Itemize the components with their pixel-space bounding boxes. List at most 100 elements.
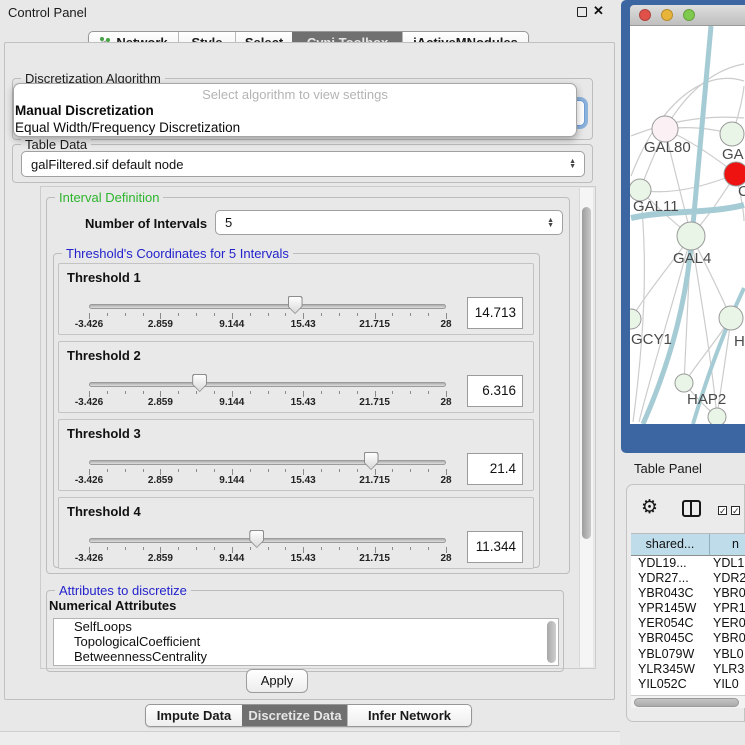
algorithm-option[interactable]: Manual Discretization — [14, 102, 576, 119]
table-row[interactable]: YBR045CYBR0 — [631, 631, 745, 646]
table-row[interactable]: YBL079WYBL0 — [631, 647, 745, 662]
numerical-attributes-label: Numerical Attributes — [49, 598, 176, 613]
cell-shared-name[interactable]: YLR345W — [631, 662, 710, 677]
close-traffic-icon[interactable] — [639, 9, 651, 21]
table-row[interactable]: YLR345WYLR3 — [631, 662, 745, 677]
zoom-traffic-icon[interactable] — [683, 9, 695, 21]
slider-thumb[interactable] — [364, 452, 379, 470]
table-data-group: Table Data galFiltered.sif default node … — [12, 144, 593, 183]
num-intervals-label: Number of Intervals — [85, 216, 207, 231]
cell-name[interactable]: YDL1 — [710, 556, 745, 571]
algorithm-dropdown-popup: Select algorithm to view settings Manual… — [13, 83, 577, 137]
settings-gear-icon[interactable]: ⚙ — [641, 496, 658, 518]
slider-track[interactable] — [89, 382, 446, 387]
node-bottom-partial[interactable] — [708, 408, 726, 424]
node-hap2[interactable] — [675, 374, 693, 392]
threshold-panel: Threshold 2 -3.4262.8599.14415.4321.7152… — [58, 341, 534, 413]
column-header-shared-name[interactable]: shared... — [631, 534, 710, 556]
threshold-value-field[interactable]: 11.344 — [467, 531, 523, 563]
attribute-list-item[interactable]: SelfLoops — [54, 619, 558, 634]
application-root: Control Panel ✕ Network Style Select Cyn… — [0, 0, 745, 745]
table-row[interactable]: YPR145WYPR1 — [631, 601, 745, 616]
cell-shared-name[interactable]: YER054C — [631, 616, 710, 631]
label-h-partial: H — [734, 333, 745, 350]
stepper-arrows-icon: ▲▼ — [569, 159, 576, 169]
cell-shared-name[interactable]: YIL052C — [631, 677, 710, 692]
threshold-panel: Threshold 3 -3.4262.8599.14415.4321.7152… — [58, 419, 534, 491]
algorithm-options: Manual DiscretizationEqual Width/Frequen… — [14, 102, 576, 136]
slider-tick-labels: -3.4262.8599.14415.4321.71528 — [89, 553, 446, 565]
attribute-list-item[interactable]: TopologicalCoefficient — [54, 634, 558, 649]
numerical-attributes-list[interactable]: SelfLoopsTopologicalCoefficientBetweenne… — [53, 618, 559, 666]
node-gal4[interactable] — [677, 222, 705, 250]
cell-shared-name[interactable]: YBR045C — [631, 631, 710, 646]
horizontal-scrollbar[interactable] — [631, 695, 745, 708]
threshold-value-field[interactable]: 14.713 — [467, 297, 523, 329]
slider-track[interactable] — [89, 460, 446, 465]
checkbox-icon[interactable]: ✓ — [718, 506, 727, 515]
column-header-name[interactable]: n — [710, 534, 745, 556]
node-gcy1[interactable] — [630, 309, 641, 329]
num-intervals-select[interactable]: 5 ▲▼ — [215, 210, 563, 235]
horizontal-scrollbar-thumb[interactable] — [634, 698, 739, 707]
tab-impute-data[interactable]: Impute Data — [146, 705, 242, 726]
tab-label: Impute Data — [157, 708, 231, 723]
cell-name[interactable]: YIL0 — [710, 677, 745, 692]
close-icon[interactable]: ✕ — [593, 3, 604, 19]
split-view-icon[interactable] — [682, 500, 701, 517]
table-row[interactable]: YDR27...YDR2 — [631, 571, 745, 586]
tab-discretize-data[interactable]: Discretize Data — [242, 705, 347, 726]
slider-tick-labels: -3.4262.8599.14415.4321.71528 — [89, 475, 446, 487]
cell-shared-name[interactable]: YDL19... — [631, 556, 710, 571]
table-toolbar: ⚙ ✓ ✓ — [627, 485, 745, 531]
cell-name[interactable]: YBR0 — [710, 631, 745, 646]
table-row[interactable]: YDL19...YDL1 — [631, 556, 745, 571]
node-right-mid[interactable] — [719, 306, 743, 330]
attribute-list-item[interactable]: BetweennessCentrality — [54, 649, 558, 664]
table-data-group-title: Table Data — [21, 137, 91, 152]
list-scrollbar-thumb[interactable] — [547, 621, 556, 663]
slider-thumb[interactable] — [192, 374, 207, 392]
threshold-value-field[interactable]: 6.316 — [467, 375, 523, 407]
cell-shared-name[interactable]: YPR145W — [631, 601, 710, 616]
table-row[interactable]: YBR043CYBR0 — [631, 586, 745, 601]
slider-track[interactable] — [89, 538, 446, 543]
network-window-titlebar — [630, 5, 745, 26]
cell-name[interactable]: YBL0 — [710, 647, 745, 662]
network-graph: GAL80 GA C GAL11 GAL4 GCY1 H HAP2 — [630, 26, 745, 424]
network-canvas[interactable]: GAL80 GA C GAL11 GAL4 GCY1 H HAP2 — [630, 26, 745, 424]
checkbox-icon[interactable]: ✓ — [731, 506, 740, 515]
tab-label: Discretize Data — [248, 708, 341, 723]
bottom-strip — [0, 732, 620, 745]
vertical-scrollbar[interactable] — [579, 188, 593, 667]
cell-name[interactable]: YLR3 — [710, 662, 745, 677]
cell-shared-name[interactable]: YBL079W — [631, 647, 710, 662]
cell-name[interactable]: YPR1 — [710, 601, 745, 616]
slider-thumb[interactable] — [249, 530, 264, 548]
algorithm-placeholder: Select algorithm to view settings — [14, 87, 576, 102]
minimize-traffic-icon[interactable] — [661, 9, 673, 21]
cell-name[interactable]: YDR2 — [710, 571, 745, 586]
node-top-right[interactable] — [720, 122, 744, 146]
float-window-icon[interactable] — [577, 7, 587, 17]
node-table[interactable]: shared... n YDL19...YDL1YDR27...YDR2YBR0… — [631, 533, 745, 695]
apply-button[interactable]: Apply — [246, 669, 308, 693]
cell-shared-name[interactable]: YBR043C — [631, 586, 710, 601]
algorithm-option[interactable]: Equal Width/Frequency Discretization — [14, 119, 576, 136]
cell-name[interactable]: YBR0 — [710, 586, 745, 601]
slider-track[interactable] — [89, 304, 446, 309]
thresholds-group-title: Threshold's Coordinates for 5 Intervals — [62, 246, 293, 261]
table-data-select[interactable]: galFiltered.sif default node ▲▼ — [21, 151, 585, 177]
table-row[interactable]: YER054CYER0 — [631, 616, 745, 631]
control-panel-titlebar: Control Panel ✕ — [0, 0, 620, 24]
threshold-panel: Threshold 1 -3.4262.8599.14415.4321.7152… — [58, 263, 534, 335]
threshold-label: Threshold 1 — [67, 270, 141, 285]
threshold-value-field[interactable]: 21.4 — [467, 453, 523, 485]
table-row[interactable]: YIL052CYIL0 — [631, 677, 745, 692]
cell-shared-name[interactable]: YDR27... — [631, 571, 710, 586]
cell-name[interactable]: YER0 — [710, 616, 745, 631]
vertical-scrollbar-thumb[interactable] — [582, 207, 591, 539]
threshold-label: Threshold 2 — [67, 348, 141, 363]
tab-infer-network[interactable]: Infer Network — [347, 705, 471, 726]
slider-thumb[interactable] — [288, 296, 303, 314]
